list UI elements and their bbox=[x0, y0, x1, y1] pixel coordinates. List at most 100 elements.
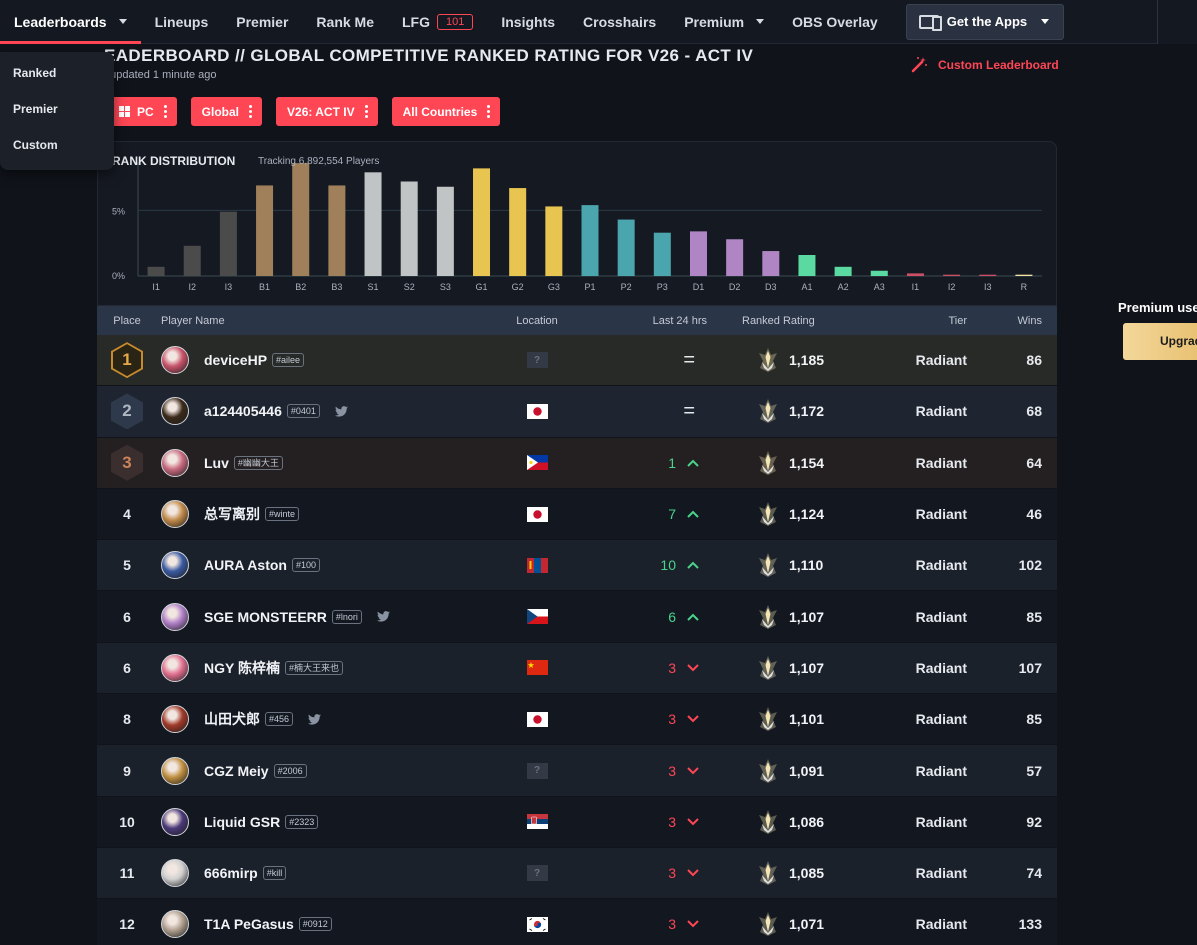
wins-cell: 86 bbox=[1026, 352, 1042, 369]
player-cell[interactable]: Liquid GSR #2323 bbox=[157, 807, 487, 836]
nav-lfg[interactable]: LFG 101 bbox=[388, 0, 487, 44]
rating-cell: 1,071 bbox=[707, 911, 847, 937]
tier-cell: Radiant bbox=[915, 403, 967, 420]
menu-item-ranked[interactable]: Ranked bbox=[0, 62, 114, 98]
bar-s2 bbox=[400, 181, 418, 276]
rank-distribution-chart: 5% 0% I1 I2 I3 B1 B2 B3 S1 S2 S3 G1 G2 G3 P1 P2 P3 D1 D2 D3… bbox=[112, 162, 1042, 292]
bar-s3 bbox=[436, 186, 454, 276]
player-cell[interactable]: 总写离别 #winte bbox=[157, 500, 487, 529]
nav-obs-overlay[interactable]: OBS Overlay bbox=[778, 0, 892, 44]
radiant-rank-icon bbox=[759, 450, 777, 475]
xtick-label: G1 bbox=[476, 282, 488, 292]
nav-insights[interactable]: Insights bbox=[487, 0, 569, 44]
table-row[interactable]: 1 deviceHP #ailee? = 1,185 Radiant 86 bbox=[97, 335, 1057, 387]
bar-g2 bbox=[509, 188, 527, 276]
xtick-label: I2 bbox=[948, 282, 956, 292]
player-cell[interactable]: AURA Aston #100 bbox=[157, 551, 487, 580]
table-row[interactable]: 4 总写离别 #winte 7 1,124 Radiant 46 bbox=[97, 488, 1057, 541]
table-row[interactable]: 6 SGE MONSTEERR #lnori 6 1,107 Radiant 85 bbox=[97, 591, 1057, 643]
player-cell[interactable]: 666mirp #kill bbox=[157, 859, 487, 888]
player-tag: #0912 bbox=[298, 917, 332, 932]
player-name[interactable]: Liquid GSR bbox=[204, 814, 280, 830]
nav-premier[interactable]: Premier bbox=[222, 0, 302, 44]
get-apps-label: Get the Apps bbox=[946, 14, 1028, 29]
filter-act[interactable]: V26: ACT IV bbox=[276, 97, 378, 126]
nav-rank-me[interactable]: Rank Me bbox=[302, 0, 388, 44]
player-tag: #100 bbox=[291, 558, 320, 573]
player-name[interactable]: NGY 陈梓楠 bbox=[204, 658, 280, 678]
more-options-icon bbox=[364, 105, 368, 118]
get-the-apps-button[interactable]: Get the Apps bbox=[905, 3, 1065, 40]
leaderboards-dropdown-menu: Ranked Premier Custom bbox=[0, 52, 114, 170]
nav-lineups[interactable]: Lineups bbox=[141, 0, 223, 44]
player-name[interactable]: Luv bbox=[204, 455, 229, 471]
rating-value: 1,154 bbox=[789, 454, 825, 471]
custom-leaderboard-link[interactable]: Custom Leaderboard bbox=[910, 56, 1059, 74]
player-cell[interactable]: 山田犬郎 #456 bbox=[157, 705, 487, 734]
rank-1-badge: 1 bbox=[111, 342, 143, 379]
rating-value: 1,124 bbox=[789, 506, 825, 523]
unknown-flag-icon: ? bbox=[526, 352, 548, 369]
table-row[interactable]: 12 T1A PeGasus #0912 3 1,071 Radiant 133 bbox=[97, 899, 1057, 945]
tier-cell: Radiant bbox=[915, 506, 967, 523]
player-name[interactable]: CGZ Meiy bbox=[204, 763, 269, 779]
bar-b3 bbox=[328, 185, 346, 276]
player-cell[interactable]: CGZ Meiy #2006 bbox=[157, 756, 487, 785]
place-cell: 12 bbox=[97, 916, 157, 932]
player-cell[interactable]: T1A PeGasus #0912 bbox=[157, 910, 487, 939]
player-name[interactable]: 山田犬郎 bbox=[204, 709, 260, 729]
table-row[interactable]: 5 AURA Aston #100 10 1,110 Radiant 102 bbox=[97, 540, 1057, 592]
nav-premium[interactable]: Premium bbox=[670, 0, 778, 44]
table-row[interactable]: 10 Liquid GSR #2323 3 1,086 Radiant 92 bbox=[97, 796, 1057, 848]
rating-cell: 1,101 bbox=[707, 706, 847, 732]
arrow-up-icon bbox=[687, 510, 699, 518]
rating-cell: 1,085 bbox=[707, 860, 847, 886]
arrow-down-icon bbox=[687, 869, 699, 877]
player-cell[interactable]: NGY 陈梓楠 #楠大王来也 bbox=[157, 653, 487, 682]
avatar bbox=[161, 910, 189, 939]
last24-cell: 10 bbox=[587, 557, 707, 573]
upgrade-button[interactable]: Upgrad bbox=[1123, 323, 1197, 360]
filter-country[interactable]: All Countries bbox=[391, 97, 501, 126]
table-row[interactable]: 8 山田犬郎 #456 3 1,101 Radiant 85 bbox=[97, 694, 1057, 746]
player-name[interactable]: T1A PeGasus bbox=[204, 916, 294, 932]
menu-item-custom[interactable]: Custom bbox=[0, 134, 114, 170]
xtick-label: S1 bbox=[368, 282, 379, 292]
player-tag: #2323 bbox=[285, 814, 319, 829]
player-cell[interactable]: a124405446 #0401 bbox=[157, 397, 487, 426]
wins-cell: 107 bbox=[1018, 659, 1042, 676]
table-row[interactable]: 3 Luv #幽幽大王 1 1,154 Radiant 64 bbox=[97, 437, 1057, 489]
rating-cell: 1,110 bbox=[707, 552, 847, 578]
place-cell: 6 bbox=[97, 609, 157, 625]
twitter-icon[interactable] bbox=[376, 611, 390, 622]
twitter-icon[interactable] bbox=[334, 406, 348, 417]
filter-region[interactable]: Global bbox=[190, 97, 263, 126]
menu-item-premier[interactable]: Premier bbox=[0, 98, 114, 134]
player-name[interactable]: SGE MONSTEERR bbox=[204, 609, 327, 625]
table-row[interactable]: 2 a124405446 #0401 = 1,172 Radiant 68 bbox=[97, 386, 1057, 438]
twitter-icon[interactable] bbox=[308, 713, 322, 725]
player-name[interactable]: 总写离别 bbox=[204, 504, 260, 524]
col-location: Location bbox=[516, 314, 558, 327]
avatar bbox=[161, 653, 189, 682]
tier-cell: Radiant bbox=[915, 557, 967, 574]
table-row[interactable]: 9 CGZ Meiy #2006? 3 1,091 Radiant 57 bbox=[97, 745, 1057, 797]
player-name[interactable]: AURA Aston bbox=[204, 557, 287, 573]
player-name[interactable]: deviceHP bbox=[204, 352, 267, 368]
nav-crosshairs[interactable]: Crosshairs bbox=[569, 0, 670, 44]
table-row[interactable]: 6 NGY 陈梓楠 #楠大王来也 3 1,107 Radiant 107 bbox=[97, 642, 1057, 695]
radiant-rank-icon bbox=[759, 553, 777, 578]
player-tag: #kill bbox=[262, 866, 287, 881]
player-cell[interactable]: Luv #幽幽大王 bbox=[157, 448, 487, 477]
no-change-text: = bbox=[683, 348, 695, 371]
nav-leaderboards[interactable]: Leaderboards bbox=[0, 0, 141, 44]
player-name[interactable]: 666mirp bbox=[204, 865, 258, 881]
player-cell[interactable]: deviceHP #ailee bbox=[157, 346, 487, 375]
table-row[interactable]: 11 666mirp #kill? 3 1,085 Radiant 74 bbox=[97, 847, 1057, 900]
player-cell[interactable]: SGE MONSTEERR #lnori bbox=[157, 602, 487, 631]
filter-platform[interactable]: PC bbox=[108, 97, 177, 126]
player-name[interactable]: a124405446 bbox=[204, 403, 282, 419]
rank-distribution-panel: 5% 0% I1 I2 I3 B1 B2 B3 S1 S2 S3 G1 G2 G3 P1 P2 P3 D1 D2 D3… bbox=[97, 141, 1057, 306]
ytick-label: 5% bbox=[112, 206, 125, 216]
player-tag: #2006 bbox=[273, 763, 307, 778]
